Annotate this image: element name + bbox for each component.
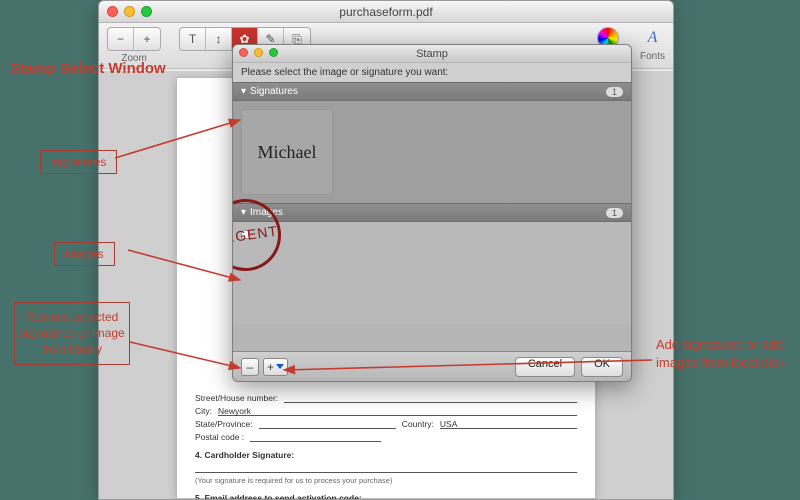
- add-stamp-button[interactable]: +: [263, 358, 288, 376]
- annotation-title: Stamp Select Window: [10, 60, 166, 77]
- modal-zoom-icon[interactable]: [269, 48, 278, 57]
- images-section-body: URGENT: [233, 222, 631, 324]
- stamp-window-title: Stamp: [416, 48, 448, 60]
- urgent-text: URGENT: [232, 222, 279, 247]
- minimize-window-icon[interactable]: [124, 6, 135, 17]
- close-window-icon[interactable]: [107, 6, 118, 17]
- city-value: Newyork: [218, 406, 577, 416]
- modal-minimize-icon[interactable]: [254, 48, 263, 57]
- document-title: purchaseform.pdf: [339, 5, 432, 19]
- signature-text: Michael: [258, 142, 317, 163]
- zoom-window-icon[interactable]: [141, 6, 152, 17]
- country-label: Country:: [402, 419, 434, 429]
- state-label: State/Province:: [195, 419, 253, 429]
- section-4-heading: 4. Cardholder Signature:: [195, 450, 577, 460]
- stamp-select-window: Stamp Please select the image or signatu…: [232, 44, 632, 382]
- country-value: USA: [440, 419, 577, 429]
- section-4-note: (Your signature is required for us to pr…: [195, 476, 577, 485]
- images-section-header[interactable]: ▾ Images 1: [233, 203, 631, 222]
- cancel-button[interactable]: Cancel: [515, 357, 575, 377]
- stamp-footer: – + Cancel OK: [233, 351, 631, 381]
- app-titlebar: purchaseform.pdf: [99, 1, 673, 23]
- annotation-remove: Remove selected signatures or image from…: [14, 302, 130, 365]
- zoom-out-button[interactable]: −: [108, 28, 134, 50]
- image-thumbnail[interactable]: URGENT: [241, 230, 250, 239]
- annotation-add: Add signatures or add images from local …: [656, 336, 790, 371]
- plus-icon: +: [267, 360, 274, 374]
- signatures-section-header[interactable]: ▾ Signatures 1: [233, 82, 631, 101]
- text-tool-button[interactable]: T: [180, 28, 206, 50]
- annotation-images: images: [54, 242, 115, 266]
- fonts-icon[interactable]: A: [641, 27, 663, 49]
- disclosure-triangle-icon[interactable]: ▾: [241, 86, 246, 97]
- zoom-in-button[interactable]: +: [134, 28, 160, 50]
- signatures-section-body: Michael: [233, 101, 631, 203]
- fonts-label: Fonts: [640, 51, 665, 62]
- straighten-tool-button[interactable]: ↕: [206, 28, 232, 50]
- signatures-count-badge: 1: [606, 87, 623, 97]
- stamp-prompt: Please select the image or signature you…: [233, 63, 631, 82]
- zoom-segmented[interactable]: − +: [107, 27, 161, 51]
- annotation-signatures: signatures: [40, 150, 117, 174]
- street-label: Street/House number:: [195, 393, 278, 403]
- city-label: City:: [195, 406, 212, 416]
- modal-close-icon[interactable]: [239, 48, 248, 57]
- signatures-label: Signatures: [250, 86, 298, 97]
- images-count-badge: 1: [606, 208, 623, 218]
- dropdown-triangle-icon: [276, 364, 284, 369]
- section-5-heading: 5. Email address to send activation code…: [195, 493, 577, 500]
- ok-button[interactable]: OK: [581, 357, 623, 377]
- remove-stamp-button[interactable]: –: [241, 358, 259, 376]
- signature-thumbnail[interactable]: Michael: [241, 109, 333, 195]
- postal-label: Postal code :: [195, 432, 244, 442]
